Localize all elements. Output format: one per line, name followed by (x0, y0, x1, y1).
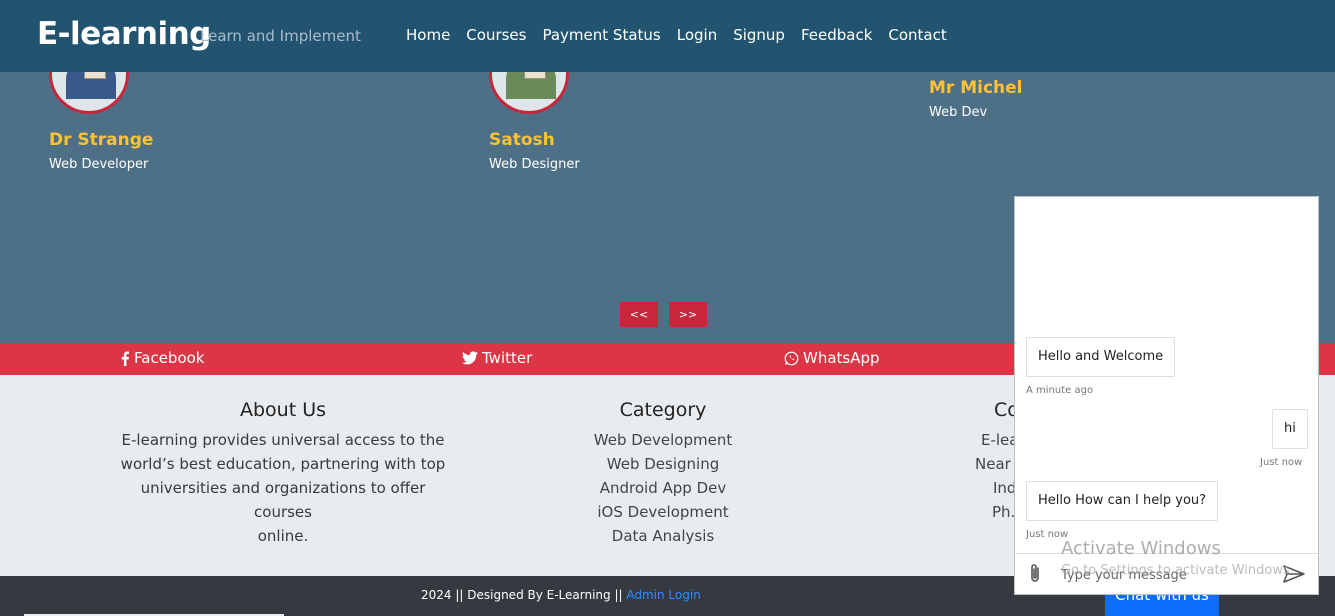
category-title: Category (619, 399, 707, 421)
twitter-link[interactable]: Twitter (462, 349, 532, 367)
footer-text: 2024 || Designed By E-Learning || Admin … (421, 588, 701, 602)
twitter-label: Twitter (482, 349, 533, 367)
about-title: About Us (239, 399, 327, 421)
chat-message-bot: Hello How can I help you? (1026, 481, 1219, 521)
carousel-next-button[interactable]: >> (669, 302, 707, 327)
category-column: Category Web Development Web Designing A… (543, 399, 783, 548)
category-item[interactable]: iOS Development (543, 500, 783, 524)
about-column: About Us E-learning provides universal a… (113, 399, 453, 548)
chat-timestamp: A minute ago (1026, 385, 1094, 396)
brand-logo[interactable]: E-learning (37, 16, 211, 52)
nav-home[interactable]: Home (398, 26, 458, 44)
about-line: world’s best education, partnering with … (120, 455, 446, 473)
brand-tagline: Learn and Implement (200, 27, 361, 45)
nav-payment-status[interactable]: Payment Status (534, 26, 668, 44)
whatsapp-link[interactable]: WhatsApp (784, 349, 880, 367)
facebook-link[interactable]: Facebook (120, 349, 204, 367)
testimonial-name: Satosh (489, 130, 555, 150)
category-item[interactable]: Web Development (543, 428, 783, 452)
nav-signup[interactable]: Signup (725, 26, 793, 44)
testimonial-role: Web Developer (49, 157, 149, 172)
category-item[interactable]: Web Designing (543, 452, 783, 476)
chat-message-user: hi (1272, 409, 1308, 449)
nav-links: Home Courses Payment Status Login Signup… (398, 26, 955, 44)
nav-login[interactable]: Login (669, 26, 725, 44)
nav-feedback[interactable]: Feedback (793, 26, 880, 44)
paperclip-icon[interactable] (1027, 563, 1043, 585)
about-line: online. (257, 527, 309, 545)
nav-courses[interactable]: Courses (458, 26, 534, 44)
carousel-prev-button[interactable]: << (620, 302, 658, 327)
testimonial-name: Dr Strange (49, 130, 154, 150)
chat-widget: Hello and Welcome A minute ago hi Just n… (1014, 196, 1319, 595)
nav-contact[interactable]: Contact (880, 26, 954, 44)
about-line: E-learning provides universal access to … (121, 431, 445, 449)
navbar: E-learning Learn and Implement Home Cour… (0, 0, 1335, 72)
activate-windows-subtitle: Go to Settings to activate Windows. (1061, 563, 1294, 578)
twitter-icon (462, 351, 478, 365)
category-item[interactable]: Data Analysis (543, 524, 783, 548)
category-item[interactable]: Android App Dev (543, 476, 783, 500)
whatsapp-icon (784, 351, 799, 365)
footer-credit: 2024 || Designed By E-Learning || (421, 588, 627, 602)
testimonial-role: Web Dev (929, 105, 988, 120)
testimonial-role: Web Designer (489, 157, 580, 172)
chat-message-bot: Hello and Welcome (1026, 337, 1176, 377)
facebook-label: Facebook (134, 349, 205, 367)
facebook-icon (121, 350, 130, 366)
activate-windows-title: Activate Windows (1061, 538, 1221, 559)
admin-login-link[interactable]: Admin Login (626, 588, 700, 602)
testimonial-name: Mr Michel (929, 78, 1023, 98)
chat-timestamp: Just now (1260, 457, 1303, 468)
about-line: universities and organizations to offer … (140, 479, 426, 521)
whatsapp-label: WhatsApp (803, 349, 880, 367)
